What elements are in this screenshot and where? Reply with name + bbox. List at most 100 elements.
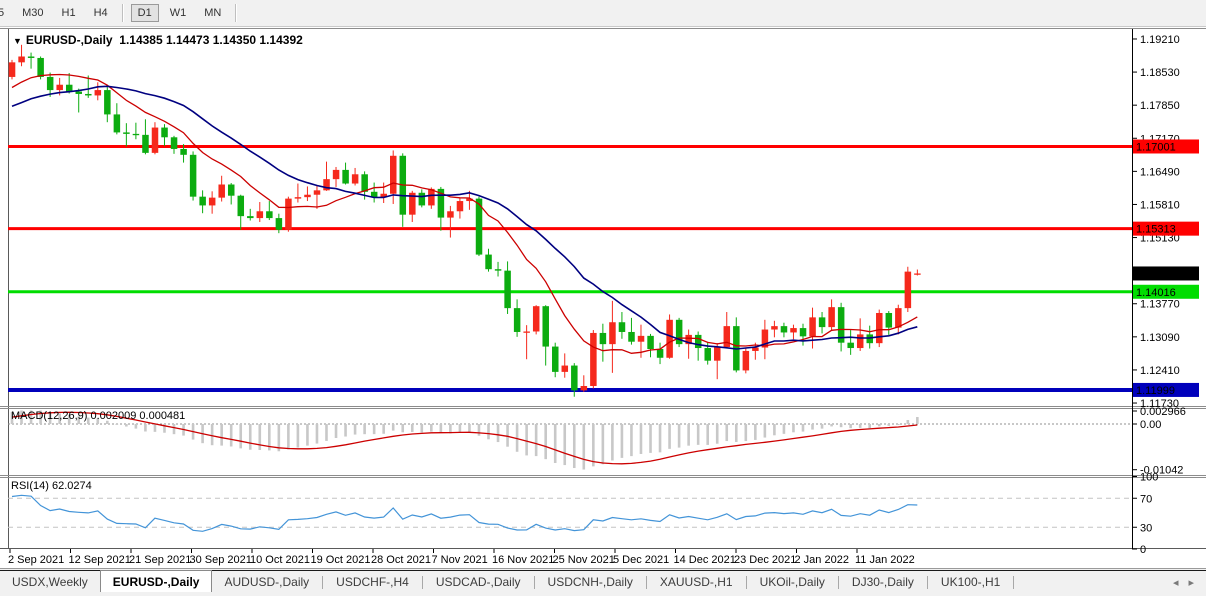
candle-body	[447, 211, 454, 217]
macd-histogram-bar	[125, 424, 128, 427]
date-axis-label: 25 Nov 2021	[553, 554, 615, 566]
candle-body	[666, 320, 673, 358]
macd-histogram-bar	[535, 424, 538, 456]
date-axis-label: 10 Oct 2021	[250, 554, 310, 566]
candle-body	[104, 90, 111, 114]
candle-body	[504, 271, 511, 308]
macd-histogram-bar	[897, 424, 900, 425]
timeframe-mn-button[interactable]: MN	[197, 4, 228, 22]
macd-histogram-bar	[697, 424, 700, 445]
tab-usdx-weekly[interactable]: USDX,Weekly	[0, 572, 100, 593]
timeframe-m5-button[interactable]: 5	[0, 4, 11, 22]
candle-body	[514, 308, 521, 332]
date-axis-label: 14 Dec 2021	[674, 554, 736, 566]
macd-histogram-bar	[506, 424, 509, 447]
macd-histogram-bar	[735, 424, 738, 442]
price-axis-badge-text: 1.15313	[1136, 224, 1176, 236]
candle-body	[228, 185, 235, 196]
macd-histogram-bar	[135, 424, 138, 429]
macd-histogram-bar	[487, 424, 490, 439]
date-axis-label: 5 Dec 2021	[613, 554, 669, 566]
macd-histogram-bar	[783, 424, 786, 434]
candle-body	[847, 343, 854, 348]
candle-body	[180, 149, 187, 155]
candle-body	[819, 317, 826, 327]
candle-body	[352, 174, 359, 183]
candle-body	[867, 334, 874, 343]
candle-body	[495, 269, 502, 270]
candle-body	[628, 332, 635, 342]
candle-body	[571, 366, 578, 391]
macd-histogram-bar	[802, 424, 805, 432]
macd-histogram-bar	[887, 424, 890, 426]
tab-dj30-daily[interactable]: DJ30-,Daily	[840, 572, 926, 593]
candle-body	[266, 211, 273, 218]
date-axis-label: 16 Nov 2021	[492, 554, 554, 566]
macd-histogram-bar	[335, 424, 338, 438]
macd-histogram-bar	[173, 424, 176, 434]
tab-divider	[746, 576, 747, 589]
candle-body	[199, 197, 206, 206]
candle-body	[304, 195, 311, 197]
candle-body	[714, 347, 721, 361]
chart-title: ▼EURUSD-,Daily 1.14385 1.14473 1.14350 1…	[13, 33, 303, 47]
tab-divider	[927, 576, 928, 589]
candle-body	[457, 201, 464, 211]
tab-usdcad-daily[interactable]: USDCAD-,Daily	[424, 572, 533, 593]
macd-histogram-bar	[382, 424, 385, 434]
macd-histogram-bar	[849, 424, 852, 428]
tab-uk100-h1[interactable]: UK100-,H1	[929, 572, 1012, 593]
tab-divider	[422, 576, 423, 589]
candle-body	[209, 198, 216, 206]
candle-body	[886, 313, 893, 328]
candle-body	[295, 197, 302, 198]
rsi-indicator-label: RSI(14) 62.0274	[11, 480, 92, 492]
candle-body	[914, 273, 921, 274]
candle-body	[257, 211, 264, 218]
macd-histogram-bar	[478, 424, 481, 436]
tab-usdchf-h4[interactable]: USDCHF-,H4	[324, 572, 421, 593]
tab-audusd-daily[interactable]: AUDUSD-,Daily	[212, 572, 321, 593]
date-axis-label: 23 Dec 2021	[734, 554, 796, 566]
timeframe-h1-button[interactable]: H1	[55, 4, 83, 22]
candle-body	[609, 322, 616, 344]
rsi-axis-tick-label: 0	[1140, 544, 1146, 556]
price-chart-canvas[interactable]: 1.192101.185301.178501.171701.164901.158…	[0, 0, 1206, 596]
status-strip	[0, 592, 1206, 596]
candle-body	[9, 62, 16, 77]
candle-body	[28, 56, 35, 57]
chart-background[interactable]	[0, 26, 1206, 569]
candle-body	[276, 218, 283, 230]
macd-histogram-bar	[316, 424, 319, 444]
macd-histogram-bar	[401, 424, 404, 432]
date-axis-label: 21 Sep 2021	[129, 554, 191, 566]
macd-histogram-bar	[563, 424, 566, 465]
timeframe-m30-button[interactable]: M30	[15, 4, 50, 22]
macd-histogram-bar	[907, 420, 910, 424]
symbol-dropdown-icon[interactable]: ▼	[13, 36, 22, 46]
macd-histogram-bar	[211, 424, 214, 445]
tab-eurusd-daily[interactable]: EURUSD-,Daily	[100, 570, 213, 593]
macd-histogram-bar	[354, 424, 357, 435]
tab-ukoil-daily[interactable]: UKOil-,Daily	[748, 572, 837, 593]
tab-usdcnh-daily[interactable]: USDCNH-,Daily	[536, 572, 645, 593]
timeframe-h4-button[interactable]: H4	[87, 4, 115, 22]
candle-body	[85, 94, 92, 95]
candle-body	[123, 132, 130, 133]
candle-body	[171, 137, 178, 149]
macd-histogram-bar	[430, 424, 433, 432]
candle-body	[247, 216, 254, 218]
macd-histogram-bar	[306, 424, 309, 446]
candle-body	[142, 135, 149, 153]
timeframe-w1-button[interactable]: W1	[163, 4, 194, 22]
tab-scroll-right-icon[interactable]: ▸	[1188, 576, 1194, 589]
price-axis-badge-text: 1.17001	[1136, 141, 1176, 153]
timeframe-d1-button[interactable]: D1	[131, 4, 159, 22]
price-axis-badge-text: 1.14016	[1136, 287, 1176, 299]
macd-histogram-bar	[792, 424, 795, 432]
tab-xauusd-h1[interactable]: XAUUSD-,H1	[648, 572, 745, 593]
candle-body	[638, 336, 645, 342]
macd-histogram-bar	[687, 424, 690, 446]
tab-scroll-left-icon[interactable]: ◂	[1173, 576, 1179, 589]
tab-scroll-controls: ◂ ▸	[1173, 576, 1206, 589]
